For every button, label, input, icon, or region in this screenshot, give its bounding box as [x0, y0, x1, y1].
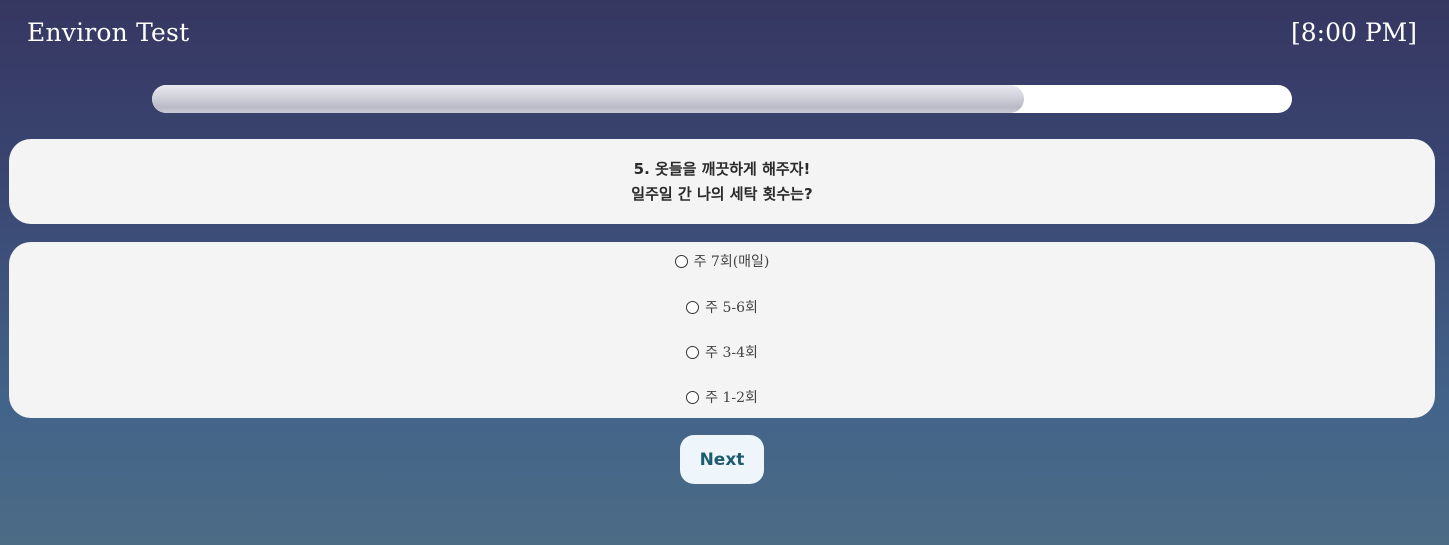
radio-button[interactable] [686, 390, 700, 404]
next-button[interactable]: Next [680, 435, 764, 484]
option-1[interactable]: 주 5-6회 [9, 297, 1435, 317]
option-2[interactable]: 주 3-4회 [9, 342, 1435, 362]
question-card: 5. 옷들을 깨끗하게 해주자! 일주일 간 나의 세탁 횟수는? [9, 139, 1435, 224]
progress-bar [152, 85, 1292, 113]
progress-fill [152, 85, 1025, 113]
option-label: 주 1-2회 [705, 390, 758, 406]
option-label: 주 3-4회 [705, 345, 758, 361]
option-0[interactable]: 주 7회(매일) [9, 251, 1435, 271]
option-3[interactable]: 주 1-2회 [9, 387, 1435, 407]
radio-button[interactable] [686, 345, 700, 359]
question-subtitle: 일주일 간 나의 세탁 횟수는? [631, 184, 813, 203]
app-title: Environ Test [27, 18, 190, 47]
option-label: 주 5-6회 [705, 300, 758, 316]
clock-time: [8:00 PM] [1290, 18, 1417, 47]
radio-button[interactable] [686, 300, 700, 314]
question-title: 5. 옷들을 깨끗하게 해주자! [633, 159, 811, 178]
options-card: 주 7회(매일) 주 5-6회 주 3-4회 주 1-2회 [9, 242, 1435, 418]
radio-button[interactable] [674, 254, 688, 268]
option-label: 주 7회(매일) [693, 254, 770, 270]
